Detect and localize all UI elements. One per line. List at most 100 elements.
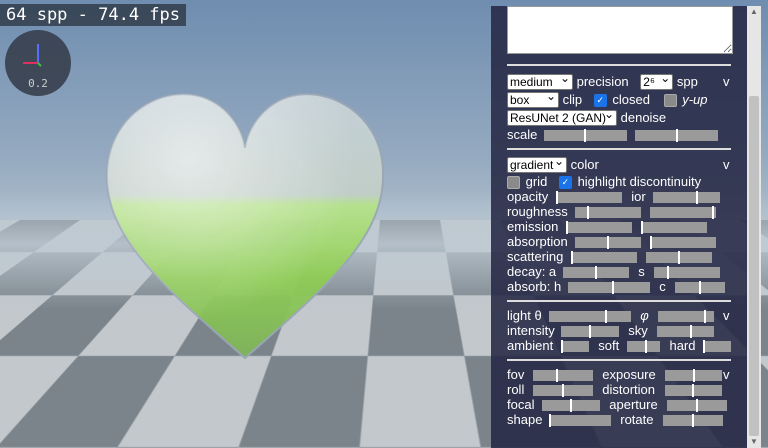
roll-label: roll	[507, 382, 525, 397]
intensity-slider[interactable]	[560, 325, 619, 338]
absorb-c-slider[interactable]	[675, 281, 726, 294]
scroll-up-icon[interactable]: ▲	[747, 6, 761, 18]
camera-section-toggle[interactable]: v	[723, 367, 730, 382]
settings-panel: medium precision 2⁶ spp v box clip ✓ clo…	[491, 6, 747, 448]
slider-knob[interactable]	[569, 399, 572, 412]
ior-slider[interactable]	[653, 191, 721, 204]
focal-row: focal aperture	[507, 397, 735, 413]
scale-slider[interactable]	[543, 129, 627, 142]
slider-knob[interactable]	[584, 129, 587, 142]
scattering-slider[interactable]	[570, 251, 637, 264]
soft-slider[interactable]	[626, 340, 660, 353]
absorption-slider-2[interactable]	[650, 236, 717, 249]
scene-text-input[interactable]	[507, 6, 733, 54]
light-phi-slider[interactable]	[658, 310, 715, 323]
highlight-label: highlight discontinuity	[577, 174, 702, 189]
slider-knob[interactable]	[690, 325, 693, 338]
render-section-toggle[interactable]: v	[723, 74, 730, 89]
exposure-slider[interactable]	[665, 369, 723, 382]
absorption-row: absorption	[507, 234, 735, 250]
light-angle-row: light θ φ	[507, 308, 735, 324]
sky-slider[interactable]	[657, 325, 715, 338]
fov-slider[interactable]	[532, 369, 593, 382]
opacity-row: opacity ior	[507, 189, 735, 205]
slider-knob[interactable]	[699, 281, 702, 294]
slider-knob[interactable]	[594, 266, 597, 279]
absorb-h-slider[interactable]	[567, 281, 650, 294]
scroll-thumb[interactable]	[749, 96, 759, 436]
highlight-checkbox[interactable]: ✓	[558, 176, 572, 189]
slider-knob[interactable]	[692, 369, 695, 382]
decay-s-label: s	[638, 264, 645, 279]
slider-knob[interactable]	[611, 281, 614, 294]
slider-knob[interactable]	[703, 340, 706, 353]
decay-s-slider[interactable]	[654, 266, 721, 279]
roughness-slider[interactable]	[574, 206, 641, 219]
ambient-label: ambient	[507, 338, 554, 353]
slider-knob[interactable]	[565, 221, 568, 234]
slider-knob[interactable]	[712, 206, 715, 219]
slider-knob[interactable]	[587, 206, 590, 219]
slider-knob[interactable]	[692, 384, 695, 397]
divider	[507, 64, 731, 66]
slider-knob[interactable]	[560, 340, 563, 353]
slider-knob[interactable]	[561, 384, 564, 397]
axis-gizmo[interactable]: 0.2	[5, 30, 71, 96]
slider-knob[interactable]	[675, 129, 678, 142]
decay-a-slider[interactable]	[562, 266, 629, 279]
slider-knob[interactable]	[606, 236, 609, 249]
absorb-label: absorb: h	[507, 279, 562, 294]
intensity-label: intensity	[507, 323, 555, 338]
slider-knob[interactable]	[555, 369, 558, 382]
opacity-slider[interactable]	[555, 191, 622, 204]
closed-checkbox[interactable]: ✓	[593, 94, 607, 107]
scattering-row: scattering	[507, 249, 735, 265]
yup-checkbox[interactable]	[663, 94, 677, 107]
roughness-slider-2[interactable]	[650, 206, 717, 219]
slider-knob[interactable]	[695, 191, 698, 204]
roll-row: roll distortion	[507, 382, 735, 398]
divider	[507, 300, 731, 302]
panel-scrollbar[interactable]: ▲ ▼	[747, 6, 761, 448]
emission-slider-2[interactable]	[641, 221, 708, 234]
light-section-toggle[interactable]: v	[723, 308, 730, 323]
distortion-slider[interactable]	[664, 384, 722, 397]
absorption-slider[interactable]	[574, 236, 641, 249]
slider-knob[interactable]	[692, 414, 695, 427]
precision-select[interactable]: medium	[507, 71, 573, 90]
clip-select[interactable]: box	[507, 89, 559, 108]
aperture-slider[interactable]	[667, 399, 728, 412]
shape-label: shape	[507, 412, 543, 427]
slider-knob[interactable]	[641, 221, 644, 234]
light-theta-slider[interactable]	[548, 310, 631, 323]
slider-knob[interactable]	[588, 325, 591, 338]
slider-knob[interactable]	[548, 414, 551, 427]
spp-select[interactable]: 2⁶	[640, 71, 674, 90]
slider-knob[interactable]	[570, 251, 573, 264]
grid-label: grid	[525, 174, 548, 189]
denoise-select[interactable]: ResUNet 2 (GAN)	[507, 107, 617, 126]
slider-knob[interactable]	[645, 340, 648, 353]
scroll-down-icon[interactable]: ▼	[747, 436, 761, 448]
focal-slider[interactable]	[541, 399, 600, 412]
shape-row: shape rotate	[507, 412, 735, 428]
slider-knob[interactable]	[555, 191, 558, 204]
slider-knob[interactable]	[704, 310, 707, 323]
slider-knob[interactable]	[604, 310, 607, 323]
grid-checkbox[interactable]	[507, 176, 520, 189]
color-select[interactable]: gradient	[507, 154, 567, 173]
shape-slider[interactable]	[548, 414, 611, 427]
hard-slider[interactable]	[703, 340, 732, 353]
slider-knob[interactable]	[650, 236, 653, 249]
material-section-toggle[interactable]: v	[723, 157, 730, 172]
ambient-slider[interactable]	[560, 340, 589, 353]
scattering-slider-2[interactable]	[646, 251, 713, 264]
emission-slider[interactable]	[565, 221, 632, 234]
slider-knob[interactable]	[696, 399, 699, 412]
slider-knob[interactable]	[678, 251, 681, 264]
roll-slider[interactable]	[532, 384, 593, 397]
slider-knob[interactable]	[667, 266, 670, 279]
rotate-slider[interactable]	[663, 414, 724, 427]
gizmo-value: 0.2	[28, 77, 48, 90]
scale-slider-2[interactable]	[635, 129, 719, 142]
